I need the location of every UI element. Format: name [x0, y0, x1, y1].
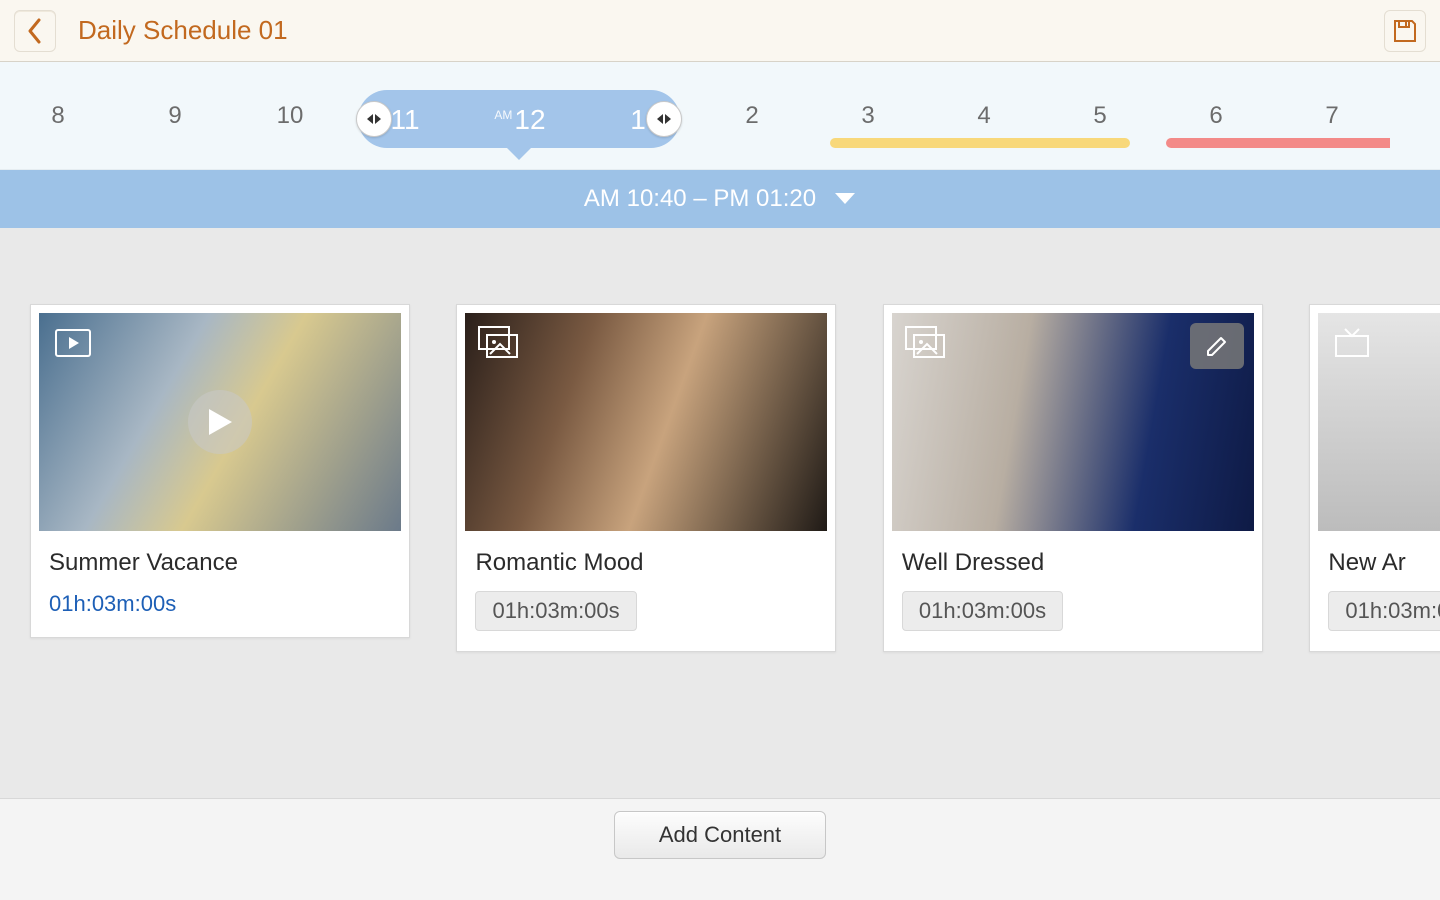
pencil-icon [1204, 333, 1230, 359]
gallery-type-icon [904, 325, 948, 361]
edit-button[interactable] [1190, 323, 1244, 369]
card-duration: 01h:03m:00s [49, 591, 391, 617]
drag-handle-icon [657, 114, 671, 124]
video-type-icon [51, 325, 95, 361]
timeline-tick: 7 [1325, 102, 1338, 130]
drag-handle-icon [367, 114, 381, 124]
card-title: Well Dressed [902, 549, 1244, 577]
timeline: 8 9 10 2 3 4 5 6 7 11 AM12 1 [0, 62, 1440, 170]
current-range-bar[interactable]: AM 10:40 – PM 01:20 [0, 170, 1440, 228]
back-button[interactable] [14, 10, 56, 52]
timeline-tick: 2 [745, 102, 758, 130]
card-thumbnail [1318, 313, 1440, 531]
card-title: New Ar [1328, 549, 1430, 577]
range-start-handle[interactable] [356, 101, 392, 137]
timeline-tick: 8 [51, 102, 64, 130]
header: Daily Schedule 01 [0, 0, 1440, 62]
card-duration[interactable]: 01h:03m:00s [1328, 591, 1440, 631]
timeline-tick: 6 [1209, 102, 1222, 130]
card-title: Summer Vacance [49, 549, 391, 577]
play-icon [188, 390, 252, 454]
timeline-tick: 10 [277, 102, 304, 130]
range-end-handle[interactable] [646, 101, 682, 137]
content-card[interactable]: Well Dressed 01h:03m:00s [883, 304, 1263, 652]
chevron-down-icon [834, 192, 856, 206]
save-icon [1392, 18, 1418, 44]
timeline-tick: 5 [1093, 102, 1106, 130]
save-button[interactable] [1384, 10, 1426, 52]
range-label: 1 [630, 104, 646, 136]
card-title: Romantic Mood [475, 549, 817, 577]
add-content-button[interactable]: Add Content [614, 811, 826, 859]
content-list: Summer Vacance 01h:03m:00s Romantic Mood… [0, 228, 1440, 798]
current-range-label: AM 10:40 – PM 01:20 [584, 185, 816, 213]
gallery-type-icon [477, 325, 521, 361]
content-card[interactable]: New Ar 01h:03m:00s [1309, 304, 1440, 652]
timeline-tick: 4 [977, 102, 990, 130]
page-title: Daily Schedule 01 [78, 15, 288, 46]
card-thumbnail [465, 313, 827, 531]
content-card[interactable]: Summer Vacance 01h:03m:00s [30, 304, 410, 638]
timeline-track-yellow [830, 138, 1130, 148]
card-thumbnail [892, 313, 1254, 531]
timeline-tick: 9 [168, 102, 181, 130]
timeline-tick: 3 [861, 102, 874, 130]
range-label: 11 [390, 104, 419, 136]
footer: Add Content [0, 798, 1440, 900]
timeline-track-red [1166, 138, 1390, 148]
range-pointer-icon [505, 146, 533, 160]
content-card[interactable]: Romantic Mood 01h:03m:00s [456, 304, 836, 652]
tv-type-icon [1330, 325, 1374, 361]
card-duration[interactable]: 01h:03m:00s [902, 591, 1063, 631]
card-thumbnail [39, 313, 401, 531]
range-label-value: 12 [514, 104, 545, 135]
card-duration[interactable]: 01h:03m:00s [475, 591, 636, 631]
chevron-left-icon [26, 18, 44, 44]
range-label-prefix: AM [494, 108, 512, 122]
range-label: AM12 [494, 104, 545, 136]
